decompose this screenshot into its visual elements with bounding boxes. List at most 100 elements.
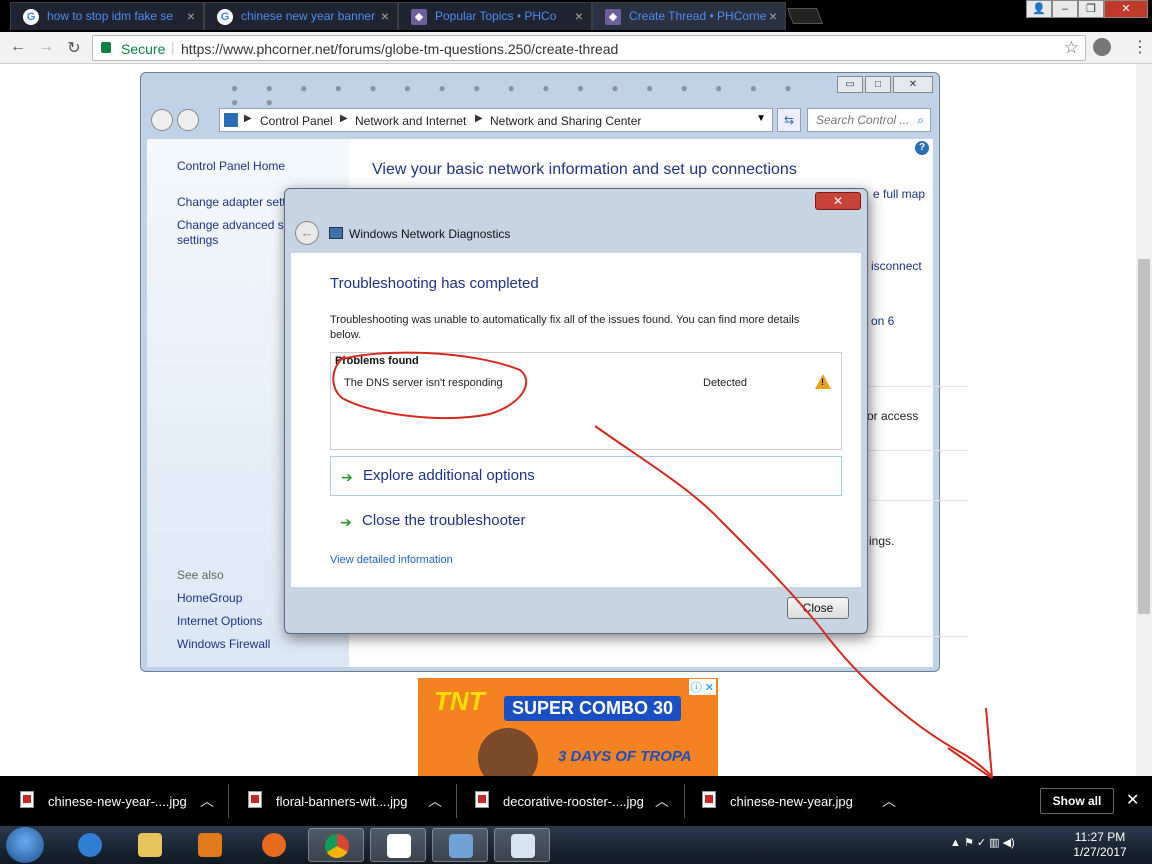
download-item[interactable]: chinese-new-year.jpg ︿ [702, 776, 902, 826]
sidebar-item-home[interactable]: Control Panel Home [177, 159, 285, 173]
chevron-up-icon[interactable]: ︿ [655, 791, 669, 811]
view-detailed-information-link[interactable]: View detailed information [330, 554, 453, 566]
secure-label: Secure [121, 41, 166, 57]
chevron-down-icon[interactable]: ▼ [756, 113, 766, 124]
browser-tab[interactable]: G how to stop idm fake se × [10, 2, 204, 30]
sidebar-item-firewall[interactable]: Windows Firewall [177, 637, 270, 651]
download-item[interactable]: chinese-new-year-....jpg ︿ [20, 776, 220, 826]
extension-icon[interactable] [1093, 38, 1111, 56]
menu-icon[interactable]: ⋮ [1132, 37, 1148, 57]
sidebar-item-homegroup[interactable]: HomeGroup [177, 591, 242, 605]
page-title: View your basic network information and … [372, 161, 797, 178]
ad-choices-icon[interactable]: ⓘ ✕ [688, 679, 716, 695]
browser-tabstrip: G how to stop idm fake se × G chinese ne… [0, 0, 1152, 32]
see-full-map-link[interactable]: e full map [873, 187, 925, 201]
internet-explorer-icon [78, 833, 102, 857]
chevron-up-icon[interactable]: ︿ [200, 791, 214, 811]
forward-icon[interactable]: → [36, 38, 56, 56]
taskbar-app[interactable] [370, 828, 426, 862]
taskbar-explorer[interactable] [122, 828, 178, 862]
new-tab-button[interactable] [787, 8, 823, 24]
breadcrumb-arrow-icon: ▶ [475, 113, 483, 124]
dialog-content: Troubleshooting has completed Troublesho… [291, 253, 861, 587]
divider [228, 784, 229, 818]
close-icon[interactable]: × [575, 3, 583, 29]
taskbar-chrome[interactable] [308, 828, 364, 862]
breadcrumb-network-internet[interactable]: Network and Internet [355, 114, 466, 128]
download-filename: decorative-rooster-....jpg [503, 794, 644, 809]
download-item[interactable]: floral-banners-wit....jpg ︿ [248, 776, 448, 826]
show-all-button[interactable]: Show all [1040, 788, 1114, 814]
scrollbar-thumb[interactable] [1138, 259, 1150, 614]
phcorner-icon: ◆ [411, 9, 427, 25]
media-player-icon [198, 833, 222, 857]
system-tray[interactable]: ▲ ⚑ ✓ ▥ ◀) [950, 836, 1015, 849]
page-scrollbar[interactable] [1136, 64, 1152, 776]
close-icon[interactable]: × [769, 3, 777, 29]
divider [868, 386, 968, 387]
sidebar-item-internet-options[interactable]: Internet Options [177, 614, 262, 628]
minimize-icon[interactable]: ▭ [837, 76, 863, 93]
sidebar-item-advanced-2[interactable]: settings [177, 233, 218, 247]
back-icon[interactable] [151, 109, 173, 131]
google-icon: G [217, 9, 233, 25]
maximize-icon[interactable]: □ [865, 76, 891, 93]
url-text[interactable]: | https://www.phcorner.net/forums/globe-t… [171, 39, 618, 57]
close-icon[interactable]: ✕ [893, 76, 933, 93]
close-icon[interactable]: × [381, 3, 389, 29]
explorer-address-bar[interactable]: ▶ Control Panel ▶ Network and Internet ▶… [219, 108, 773, 132]
window-toolbar-blur: ● ● ● ● ● ● ● ● ● ● ● ● ● ● ● ● ● ● ● [231, 81, 804, 109]
breadcrumb-sharing-center[interactable]: Network and Sharing Center [490, 114, 641, 128]
sidebar-item-advanced[interactable]: Change advanced sh [177, 218, 290, 232]
start-button[interactable] [6, 827, 44, 863]
settings-text: ings. [869, 534, 895, 548]
forward-icon[interactable] [177, 109, 199, 131]
taskbar-control-panel[interactable] [432, 828, 488, 862]
window-buttons: ▭ □ ✕ [835, 76, 933, 93]
reload-icon[interactable]: ↻ [64, 38, 84, 58]
refresh-icon[interactable]: ⇆ [777, 108, 801, 132]
file-icon [20, 791, 34, 808]
close-icon[interactable]: ✕ [815, 192, 861, 210]
see-also-label: See also [177, 568, 224, 582]
close-icon[interactable]: ✕ [1126, 790, 1139, 810]
control-panel-icon [224, 113, 238, 127]
close-button[interactable]: Close [787, 597, 849, 619]
minimize-icon[interactable]: – [1052, 0, 1078, 18]
bookmark-star-icon[interactable]: ☆ [1064, 38, 1079, 58]
help-icon[interactable]: ? [915, 141, 929, 155]
breadcrumb-control-panel[interactable]: Control Panel [260, 114, 333, 128]
explorer-search-input[interactable]: Search Control ... ⌕ [807, 108, 931, 132]
window-close-button[interactable]: ✕ [1104, 0, 1148, 18]
file-icon [248, 791, 262, 808]
chevron-up-icon[interactable]: ︿ [882, 791, 896, 811]
back-icon[interactable]: ← [8, 38, 28, 56]
browser-tab[interactable]: ◆ Popular Topics • PHCo × [398, 2, 592, 30]
file-icon [475, 791, 489, 808]
restore-icon[interactable]: ❐ [1078, 0, 1104, 18]
firefox-icon [262, 833, 286, 857]
taskbar-clock[interactable]: 11:27 PM 1/27/2017 [1062, 830, 1138, 860]
sidebar-item-adapter[interactable]: Change adapter sett [177, 195, 286, 209]
download-item[interactable]: decorative-rooster-....jpg ︿ [475, 776, 675, 826]
problem-name[interactable]: The DNS server isn't responding [344, 377, 503, 389]
taskbar-ie[interactable] [62, 828, 118, 862]
address-bar[interactable]: Secure | https://www.phcorner.net/forums/… [92, 35, 1086, 61]
explore-options-button[interactable]: ➔ Explore additional options [330, 456, 842, 496]
taskbar-diagnostics[interactable] [494, 828, 550, 862]
close-icon[interactable]: × [187, 3, 195, 29]
ipv6-text: on 6 [871, 314, 895, 328]
browser-tab-active[interactable]: ◆ Create Thread • PHCorne × [592, 2, 786, 30]
green-arrow-icon: ➔ [340, 514, 352, 530]
advertisement[interactable]: TNT SUPER COMBO 30 3 DAYS OF TROPA ⓘ ✕ [418, 678, 718, 776]
chevron-up-icon[interactable]: ︿ [428, 791, 442, 811]
taskbar-media[interactable] [182, 828, 238, 862]
app-icon [387, 834, 411, 858]
back-icon[interactable]: ← [295, 221, 319, 245]
browser-tab[interactable]: G chinese new year banner × [204, 2, 398, 30]
taskbar-firefox[interactable] [246, 828, 302, 862]
disconnect-link[interactable]: isconnect [871, 259, 922, 273]
close-troubleshooter-button[interactable]: ➔ Close the troubleshooter [330, 502, 842, 542]
user-icon[interactable]: 👤 [1026, 0, 1052, 18]
tab-title: Create Thread • PHCorne [629, 9, 767, 23]
